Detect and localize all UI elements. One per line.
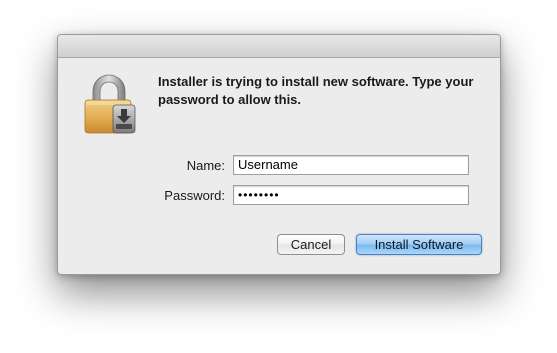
cancel-button[interactable]: Cancel: [277, 234, 345, 255]
name-label: Name:: [186, 158, 225, 173]
authentication-dialog: Installer is trying to install new softw…: [57, 34, 501, 275]
name-field[interactable]: Username: [233, 155, 469, 175]
dialog-message: Installer is trying to install new softw…: [158, 74, 474, 107]
password-field-value: ••••••••: [238, 188, 280, 202]
password-field[interactable]: ••••••••: [233, 185, 469, 205]
lock-icon: [84, 74, 136, 134]
install-software-button[interactable]: Install Software: [356, 234, 482, 255]
screen: Installer is trying to install new softw…: [0, 0, 557, 353]
dialog-titlebar[interactable]: [58, 35, 500, 58]
password-label: Password:: [164, 188, 225, 203]
name-field-value: Username: [238, 157, 298, 172]
